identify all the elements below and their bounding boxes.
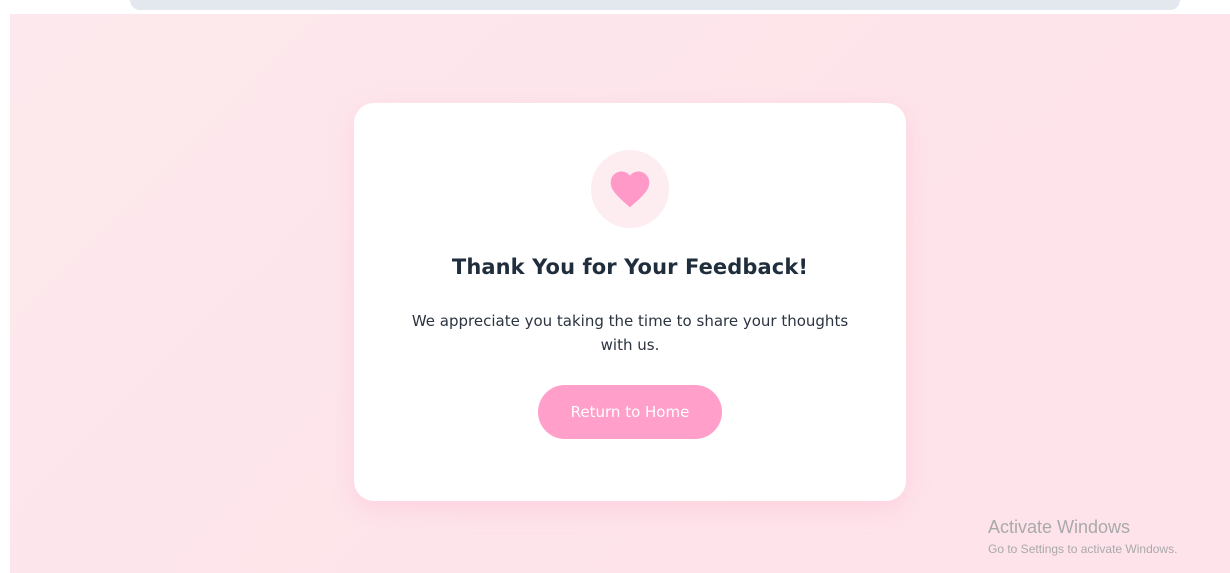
- watermark-subtitle: Go to Settings to activate Windows.: [988, 542, 1178, 556]
- heart-badge: [591, 150, 669, 228]
- thank-you-card: Thank You for Your Feedback! We apprecia…: [354, 103, 906, 501]
- feedback-message: We appreciate you taking the time to sha…: [411, 312, 849, 354]
- return-home-button[interactable]: Return to Home: [538, 385, 722, 439]
- page: Thank You for Your Feedback! We apprecia…: [0, 0, 1230, 573]
- activate-windows-watermark: Activate Windows Go to Settings to activ…: [988, 516, 1177, 558]
- browser-top-strip: [130, 0, 1180, 10]
- heart-icon: [610, 171, 650, 208]
- page-title: Thank You for Your Feedback!: [451, 255, 809, 279]
- watermark-title: Activate Windows: [988, 517, 1131, 537]
